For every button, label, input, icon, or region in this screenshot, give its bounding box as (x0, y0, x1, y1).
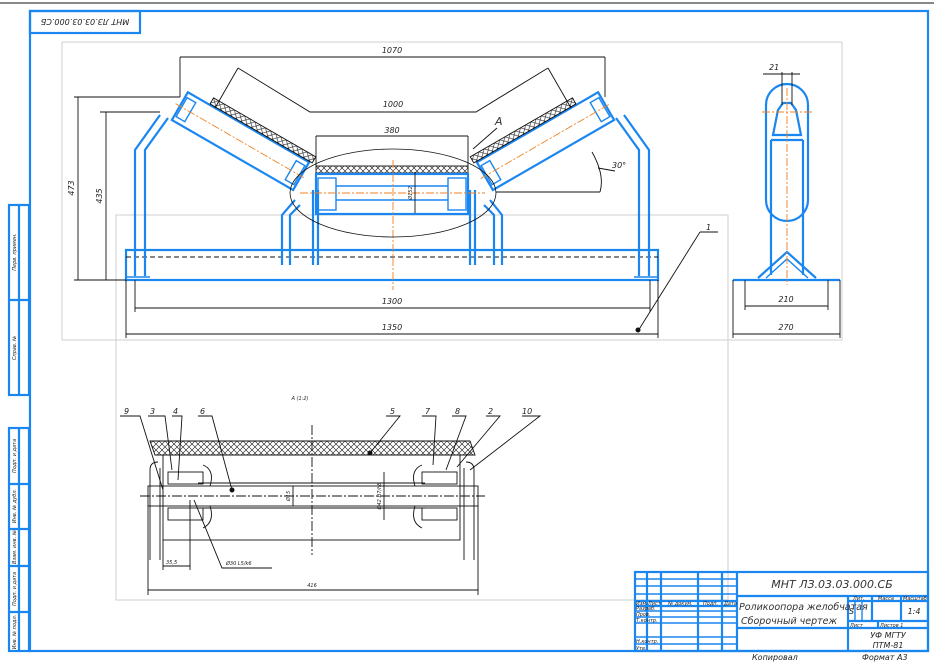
drawing-label: Подп. (703, 601, 718, 607)
drawing-label: МНТ ЛЗ.03.03.000.СБ (40, 17, 129, 26)
drawing-label: № докум. (667, 601, 693, 607)
drawing-label: A (494, 115, 503, 128)
detail-view-a: А (1:2) 9 3 4 6 5 7 8 2 10 35,5 Ø30 L5/k… (120, 396, 542, 595)
support-posts (133, 114, 651, 276)
main-view-box (61, 41, 843, 341)
drawing-label: 21 (769, 63, 779, 72)
drawing-label: Ø15 (285, 491, 292, 502)
callout-dot (635, 327, 641, 333)
copied-label: Копировал (752, 653, 798, 662)
mirrored-stamp: МНТ ЛЗ.03.03.000.СБ (28, 9, 142, 35)
detail-view-box (115, 214, 729, 601)
drawing-label: 9 (124, 407, 129, 416)
drawing-label: 6 (200, 407, 205, 416)
drawing-label: Инв. № дубл. (12, 489, 18, 523)
drawing-label: 8 (455, 407, 460, 416)
assembly-drawing: МНТ ЛЗ.03.03.000.СБ Перв. примен. Справ.… (0, 2, 934, 662)
drawing-label: S (849, 607, 854, 616)
drawing-label: Подп. и дата (12, 572, 18, 606)
drawing-label: 4 (173, 407, 178, 416)
drawing-label: 210 (778, 295, 793, 304)
left-roller (170, 90, 317, 192)
drawing-label: Справ. № (12, 336, 18, 360)
drawing-label: Ø30 L5/k6 (225, 560, 252, 567)
drawing-label: ПТМ-81 (873, 641, 904, 650)
drawing-label: Утв. (636, 646, 647, 652)
right-roller (469, 90, 616, 192)
drawing-label: 1070 (382, 46, 402, 55)
drawing-label: Лит. (852, 596, 865, 602)
drawing-label: Ø42 H7/h8 (376, 483, 383, 511)
drawing-label: 10 (522, 407, 532, 416)
drawing-label: 473 (67, 180, 76, 195)
drawing-label: Масса (878, 596, 894, 602)
drawing-label: 35,5 (166, 560, 177, 566)
drawing-label: Инв. № подл. (12, 615, 18, 650)
format-label: Формат А3 (862, 653, 908, 662)
drawing-label: 30° (612, 161, 626, 170)
drawing-label: 1:4 (908, 607, 921, 616)
drawing-label: 416 (307, 583, 317, 589)
drawing-label: 435 (95, 188, 104, 203)
main-view: A 1070 1000 380 473 435 1300 1350 30° Ø1… (67, 46, 718, 338)
drawing-label: 1000 (383, 100, 403, 109)
drawing-label: Ø152 (407, 186, 414, 200)
drawing-label: 2 (488, 407, 493, 416)
title-block: Изм. Лист № докум. Подп. Дата Разраб. Пр… (633, 570, 930, 662)
drawing-label: Дата (723, 601, 737, 607)
drawing-label: 5 (390, 407, 395, 416)
drawing-label: МНТ ЛЗ.03.03.000.СБ (771, 578, 893, 591)
drawing-label: Взам. инв. № (12, 530, 18, 564)
drawing-label: Листов 1 (879, 623, 903, 629)
side-view: 21 210 270 (732, 63, 841, 338)
drawing-label: Н.контр. (636, 639, 658, 645)
drawing-label: УФ МГТУ (870, 631, 907, 640)
drawing-label: Подп. и дата (12, 439, 18, 473)
base-beam (124, 248, 660, 282)
drawing-label: 7 (425, 407, 431, 416)
drawing-label: 270 (778, 323, 793, 332)
drawing-label: Сборочный чертеж (741, 616, 838, 627)
drawing-label: 1 (706, 223, 711, 232)
drawing-label: Т.контр. (636, 618, 658, 624)
drawing-label: 1300 (382, 297, 402, 306)
drawing-label: Масштаб (903, 596, 927, 602)
drawing-label: Перв. примен. (12, 233, 18, 271)
drawing-label: А (1:2) (291, 396, 309, 402)
drawing-label: 1350 (382, 323, 402, 332)
drawing-label: 380 (384, 126, 399, 135)
side-strip: Перв. примен. Справ. № Инв. № подл. Подп… (7, 203, 31, 653)
drawing-label: 3 (150, 407, 155, 416)
drawing-label: Лист (849, 623, 864, 629)
center-roller (300, 160, 485, 290)
